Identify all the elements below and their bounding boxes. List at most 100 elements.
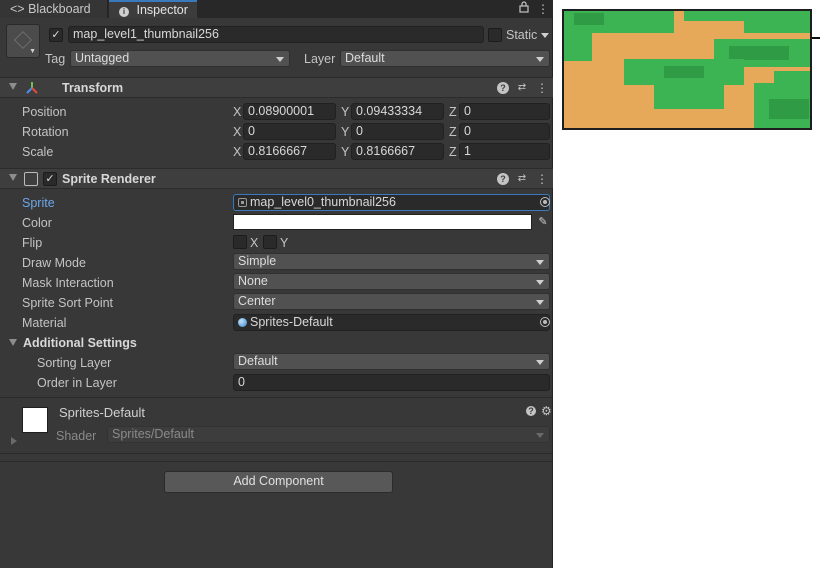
caret-icon [536, 433, 544, 438]
sprite-renderer-enabled-checkbox[interactable]: ✓ [43, 172, 57, 186]
scale-x-field[interactable]: 0.8166667 [243, 143, 336, 160]
static-dropdown-icon[interactable] [541, 33, 549, 38]
material-label: Material [22, 316, 67, 330]
static-label[interactable]: Static [506, 28, 537, 42]
grass-tile [769, 99, 809, 119]
help-icon[interactable]: ? [497, 173, 509, 185]
mask-interaction-label: Mask Interaction [22, 276, 114, 290]
transform-title: Transform [62, 81, 124, 95]
divider [0, 461, 553, 462]
caret-icon [536, 57, 544, 62]
scale-y-label[interactable]: Y [341, 145, 349, 159]
rotation-y-field[interactable]: 0 [351, 123, 444, 140]
rotation-z-field[interactable]: 0 [459, 123, 550, 140]
rotation-y-label[interactable]: Y [341, 125, 349, 139]
active-checkbox[interactable]: ✓ [49, 28, 63, 42]
preset-icon[interactable]: ⇄ [516, 82, 528, 94]
position-z-field[interactable]: 0 [459, 103, 550, 120]
lock-icon[interactable] [519, 1, 529, 15]
scale-y-field[interactable]: 0.8166667 [351, 143, 444, 160]
draw-mode-value: Simple [238, 254, 277, 268]
rotation-z-label[interactable]: Z [449, 125, 457, 139]
shader-label: Shader [56, 429, 97, 443]
sorting-layer-dropdown[interactable]: Default [233, 353, 550, 370]
flip-x-label: X [250, 236, 259, 250]
grass-tile [664, 66, 704, 78]
sprite-thumbnail [562, 9, 812, 130]
position-x-field[interactable]: 0.08900001 [243, 103, 336, 120]
flip-y-checkbox[interactable] [263, 235, 277, 249]
layer-dropdown[interactable]: Default [340, 50, 550, 67]
object-picker-icon[interactable] [540, 197, 550, 207]
grass-tile [574, 13, 604, 25]
caret-icon [536, 280, 544, 285]
scale-z-field[interactable]: 1 [459, 143, 550, 160]
component-menu-icon[interactable]: ⋮ [536, 82, 548, 94]
tab-inspector[interactable]: i Inspector [109, 0, 197, 18]
transform-header[interactable]: Transform ? ⇄ ⋮ [0, 77, 553, 98]
flip-x-checkbox[interactable] [233, 235, 247, 249]
caret-icon [276, 57, 284, 62]
rotation-label: Rotation [22, 125, 69, 139]
position-z-label[interactable]: Z [449, 105, 457, 119]
scale-z-label[interactable]: Z [449, 145, 457, 159]
tag-label: Tag [45, 52, 66, 66]
position-y-label[interactable]: Y [341, 105, 349, 119]
sprite-renderer-icon [24, 172, 38, 186]
sprite-renderer-header[interactable]: ✓ Sprite Renderer ? ⇄ ⋮ [0, 168, 553, 189]
position-x-label[interactable]: X [233, 105, 241, 119]
divider [0, 453, 553, 454]
foldout-icon[interactable] [9, 174, 17, 181]
sprite-object-icon [238, 198, 247, 207]
material-name: Sprites-Default [59, 405, 145, 420]
material-preview[interactable] [22, 407, 48, 433]
tag-dropdown[interactable]: Untagged [70, 50, 290, 67]
gear-icon[interactable]: ⚙ [541, 404, 552, 418]
sort-point-dropdown[interactable]: Center [233, 293, 550, 310]
caret-icon [536, 360, 544, 365]
material-foldout-icon[interactable] [11, 437, 17, 445]
sort-point-label: Sprite Sort Point [22, 296, 114, 310]
sorting-layer-label: Sorting Layer [37, 356, 112, 370]
foldout-icon[interactable] [9, 83, 17, 90]
rotation-x-field[interactable]: 0 [243, 123, 336, 140]
preset-icon[interactable]: ⇄ [516, 173, 528, 185]
gameobject-icon[interactable]: ▼ [6, 24, 40, 58]
grass-tile [774, 71, 810, 83]
sort-point-value: Center [238, 294, 276, 308]
eyedropper-icon[interactable]: ✎ [536, 214, 550, 230]
order-in-layer-field[interactable]: 0 [233, 374, 550, 391]
sprite-label: Sprite [22, 196, 55, 210]
object-picker-icon[interactable] [540, 317, 550, 327]
divider [0, 397, 553, 398]
tab-inspector-label: Inspector [136, 3, 188, 17]
mask-interaction-dropdown[interactable]: None [233, 273, 550, 290]
tab-menu-icon[interactable]: ⋮ [537, 0, 549, 18]
rotation-x-label[interactable]: X [233, 125, 241, 139]
additional-settings-foldout-icon[interactable] [9, 339, 17, 346]
cube-icon [14, 31, 32, 49]
shader-dropdown: Sprites/Default [107, 426, 550, 443]
caret-icon [536, 260, 544, 265]
material-value: Sprites-Default [250, 315, 333, 329]
position-label: Position [22, 105, 67, 119]
sorting-layer-value: Default [238, 354, 278, 368]
sprite-field[interactable]: map_level0_thumbnail256 [233, 194, 550, 211]
help-icon[interactable]: ? [526, 406, 536, 416]
tab-blackboard[interactable]: <> Blackboard [0, 0, 108, 18]
info-icon: i [119, 7, 129, 17]
chevron-down-icon: ▼ [29, 48, 36, 55]
add-component-button[interactable]: Add Component [164, 471, 393, 493]
help-icon[interactable]: ? [497, 82, 509, 94]
static-checkbox[interactable] [488, 28, 502, 42]
grass-tile [729, 46, 789, 60]
component-menu-icon[interactable]: ⋮ [536, 173, 548, 185]
material-field[interactable]: Sprites-Default [233, 314, 550, 331]
object-name-field[interactable]: map_level1_thumbnail256 [68, 26, 484, 43]
position-y-field[interactable]: 0.09433334 [351, 103, 444, 120]
additional-settings-label[interactable]: Additional Settings [23, 336, 137, 350]
scale-x-label[interactable]: X [233, 145, 241, 159]
flip-y-label: Y [280, 236, 289, 250]
color-swatch[interactable] [233, 214, 532, 230]
draw-mode-dropdown[interactable]: Simple [233, 253, 550, 270]
